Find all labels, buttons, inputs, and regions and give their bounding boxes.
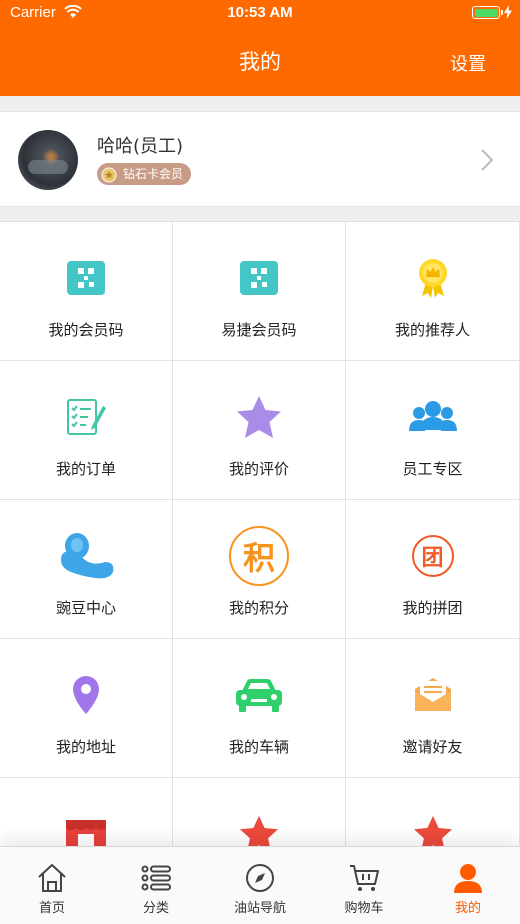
tab-label: 油站导航 (233, 901, 286, 916)
user-name: 哈哈(员工) (97, 136, 184, 157)
page-title: 我的 (239, 50, 281, 74)
grid-item-member-code[interactable]: 我的会员码 (0, 222, 173, 361)
points-icon: 积 (229, 526, 289, 586)
grid-item-reviews[interactable]: 我的评价 (173, 361, 346, 500)
qr-code-icon (240, 261, 278, 295)
bean-icon (61, 533, 114, 579)
tab-station-nav[interactable]: 油站导航 (208, 847, 312, 924)
invite-envelope-icon (414, 678, 451, 711)
profile-card[interactable]: 哈哈(员工) 钻石卡会员 (0, 111, 520, 207)
tab-label: 我的 (454, 901, 481, 916)
membership-badge: 钻石卡会员 (97, 163, 192, 185)
group-buy-glyph: 团 (411, 535, 454, 577)
grid-label: 豌豆中心 (55, 599, 116, 617)
grid-label: 我的订单 (55, 460, 116, 478)
people-group-icon (408, 401, 457, 431)
grid-label: 我的车辆 (228, 738, 289, 756)
tab-mine[interactable]: 我的 (416, 847, 520, 924)
top-bar: Carrier 10:53 AM 我的 设置 (0, 0, 520, 96)
home-icon (38, 864, 66, 892)
feature-grid: 我的会员码 易捷会员码 我的推荐人 我的订单 我的评价 员工专区 豌豆中心 积 … (0, 221, 520, 917)
grid-item-address[interactable]: 我的地址 (0, 639, 173, 778)
grid-item-yijie-member-code[interactable]: 易捷会员码 (173, 222, 346, 361)
grid-item-orders[interactable]: 我的订单 (0, 361, 173, 500)
medal-icon (101, 167, 117, 183)
user-icon (454, 864, 482, 893)
grid-label: 我的评价 (228, 460, 289, 478)
grid-item-group-buy[interactable]: 团 我的拼团 (346, 500, 520, 639)
grid-item-referrer[interactable]: 我的推荐人 (346, 222, 520, 361)
compass-icon (246, 864, 274, 892)
tab-cart[interactable]: 购物车 (312, 847, 416, 924)
grid-label: 我的拼团 (402, 599, 463, 617)
membership-label: 钻石卡会员 (123, 167, 184, 181)
crown-badge-icon (418, 259, 447, 298)
order-list-icon (67, 399, 106, 435)
status-time: 10:53 AM (227, 4, 293, 21)
tab-category[interactable]: 分类 (104, 847, 208, 924)
tab-label: 购物车 (344, 901, 384, 916)
grid-item-staff-zone[interactable]: 员工专区 (346, 361, 520, 500)
status-bar: Carrier 10:53 AM (0, 0, 520, 26)
grid-item-invite-friends[interactable]: 邀请好友 (346, 639, 520, 778)
grid-item-vehicles[interactable]: 我的车辆 (173, 639, 346, 778)
car-icon (236, 679, 282, 712)
star-icon (237, 396, 281, 438)
grid-label: 邀请好友 (402, 738, 463, 756)
grid-item-bean-center[interactable]: 豌豆中心 (0, 500, 173, 639)
chevron-right-icon (481, 149, 494, 171)
points-glyph: 积 (229, 526, 289, 586)
location-pin-icon (73, 676, 99, 714)
grid-label: 我的推荐人 (394, 321, 470, 339)
battery-icon (472, 6, 503, 19)
charging-icon (504, 5, 512, 19)
grid-label: 我的会员码 (48, 321, 124, 339)
tab-bar: 首页 分类 油站导航 购物车 我的 (0, 846, 520, 924)
avatar[interactable] (18, 130, 78, 190)
category-list-icon (141, 865, 171, 891)
tab-home[interactable]: 首页 (0, 847, 104, 924)
qr-code-icon (67, 261, 105, 295)
grid-item-points[interactable]: 积 我的积分 (173, 500, 346, 639)
grid-label: 我的积分 (228, 599, 289, 617)
grid-label: 员工专区 (402, 460, 463, 478)
grid-label: 我的地址 (55, 738, 116, 756)
tab-label: 首页 (38, 901, 65, 916)
settings-button[interactable]: 设置 (450, 50, 486, 76)
grid-label: 易捷会员码 (221, 321, 297, 339)
cart-icon (350, 865, 379, 891)
tab-label: 分类 (142, 901, 169, 916)
group-buy-icon: 团 (403, 530, 463, 582)
